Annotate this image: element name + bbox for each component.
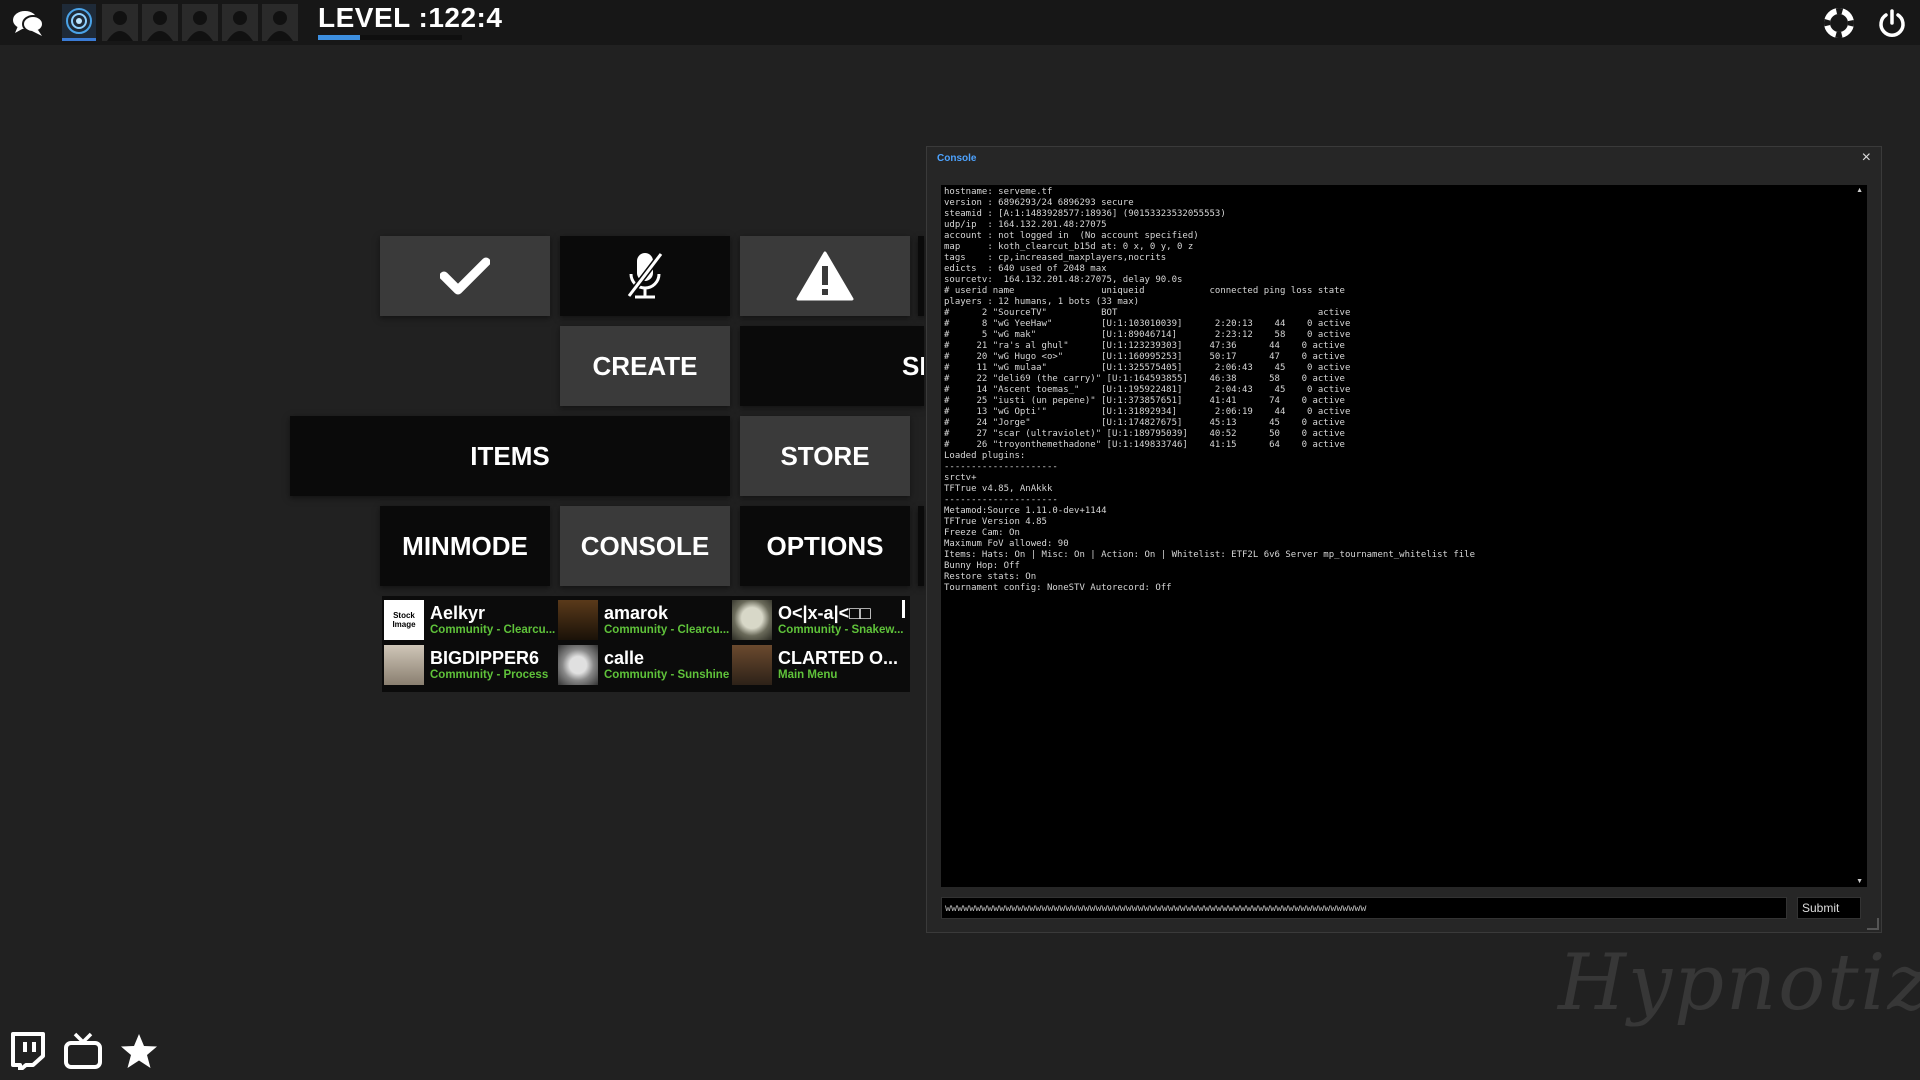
tile-edge: [918, 236, 924, 316]
console-log-text: hostname: serveme.tf version : 6896293/2…: [944, 187, 1476, 593]
confirm-button[interactable]: [380, 236, 550, 316]
console-button[interactable]: CONSOLE: [560, 506, 730, 586]
friend-entry[interactable]: BIGDIPPER6 Community - Process: [384, 644, 556, 686]
console-window: Console × hostname: serveme.tf version :…: [926, 146, 1882, 933]
friends-scrollbar[interactable]: [902, 600, 905, 618]
level-progress-bar: [318, 35, 462, 40]
checkmark-icon: [440, 257, 490, 295]
console-close-button[interactable]: ×: [1862, 149, 1871, 167]
watermark-logo: Hypnotize: [1558, 938, 1920, 1028]
chat-bubbles-icon: [13, 11, 44, 36]
top-bar: LEVEL :122:4: [0, 0, 1920, 45]
star-icon: [121, 1034, 157, 1068]
twitch-button[interactable]: [6, 1030, 48, 1072]
store-button[interactable]: STORE: [740, 416, 910, 496]
friend-name: CLARTED O...: [778, 648, 898, 668]
console-submit-button[interactable]: Submit: [1797, 897, 1861, 919]
console-title: Console: [937, 153, 977, 164]
server-browser-label: SI: [902, 350, 924, 381]
friend-entry[interactable]: O<|x-a|<□□ Community - Snakew...: [732, 599, 904, 641]
friend-entry[interactable]: calle Community - Sunshine: [558, 644, 730, 686]
silhouette-icon: [187, 11, 213, 41]
warning-icon: [796, 251, 854, 301]
support-button[interactable]: [1820, 4, 1858, 42]
friend-name: calle: [604, 648, 645, 668]
options-button[interactable]: OPTIONS: [740, 506, 910, 586]
friend-status: Community - Sunshine: [604, 669, 730, 681]
tv-button[interactable]: [62, 1030, 104, 1072]
friend-avatar: [558, 600, 598, 640]
minmode-button[interactable]: MINMODE: [380, 506, 550, 586]
lifebuoy-icon: [1824, 8, 1854, 38]
quit-button[interactable]: [1872, 4, 1912, 42]
friend-avatar: [558, 645, 598, 685]
party-slot[interactable]: [182, 4, 218, 41]
silhouette-icon: [227, 11, 253, 41]
friend-avatar: [732, 600, 772, 640]
friend-status: Community - Process: [430, 669, 549, 681]
party-slot[interactable]: [262, 4, 298, 41]
console-command-input[interactable]: [941, 897, 1787, 919]
friend-name: BIGDIPPER6: [430, 648, 540, 668]
scroll-up-icon[interactable]: ▲: [1856, 187, 1863, 194]
friend-avatar: Stock Image: [384, 600, 424, 640]
friend-status: Community - Snakew...: [778, 624, 904, 636]
friend-status: Main Menu: [778, 669, 838, 681]
scroll-down-icon[interactable]: ▼: [1856, 878, 1863, 885]
report-button[interactable]: [740, 236, 910, 316]
avatar-eye-icon: [66, 8, 92, 34]
friend-avatar: [732, 645, 772, 685]
console-output: hostname: serveme.tf version : 6896293/2…: [941, 185, 1867, 887]
party-slot[interactable]: [222, 4, 258, 41]
friends-panel: Stock Image Aelkyr Community - Clearcu..…: [382, 596, 910, 692]
power-icon: [1879, 9, 1905, 37]
friend-status: Community - Clearcu...: [430, 624, 556, 636]
friend-entry[interactable]: CLARTED O... Main Menu: [732, 644, 904, 686]
twitch-icon: [11, 1032, 45, 1070]
friend-entry[interactable]: Stock Image Aelkyr Community - Clearcu..…: [384, 599, 556, 641]
friend-name: O<|x-a|<□□: [778, 603, 871, 623]
level-progress-fill: [318, 35, 360, 40]
tv-icon: [64, 1032, 102, 1069]
party-slot[interactable]: [142, 4, 178, 41]
resize-grip-icon[interactable]: [1867, 918, 1879, 930]
friend-name: Aelkyr: [430, 603, 486, 623]
mic-off-icon: [626, 252, 664, 299]
friend-avatar: [384, 645, 424, 685]
friend-status: Community - Clearcu...: [604, 624, 730, 636]
level-label: LEVEL :122:4: [318, 2, 503, 33]
silhouette-icon: [147, 11, 173, 41]
mute-button[interactable]: [560, 236, 730, 316]
silhouette-icon: [267, 11, 293, 41]
party-slot[interactable]: [102, 4, 138, 41]
friend-entry[interactable]: amarok Community - Clearcu...: [558, 599, 730, 641]
items-button[interactable]: ITEMS: [290, 416, 730, 496]
silhouette-icon: [107, 11, 133, 41]
create-button[interactable]: CREATE: [560, 326, 730, 406]
friend-name: amarok: [604, 603, 669, 623]
server-browser-button[interactable]: SI: [740, 326, 924, 406]
chat-button[interactable]: [8, 6, 48, 40]
player-avatar[interactable]: [62, 4, 96, 41]
tile-edge: [918, 506, 924, 586]
favorite-button[interactable]: [118, 1030, 160, 1072]
